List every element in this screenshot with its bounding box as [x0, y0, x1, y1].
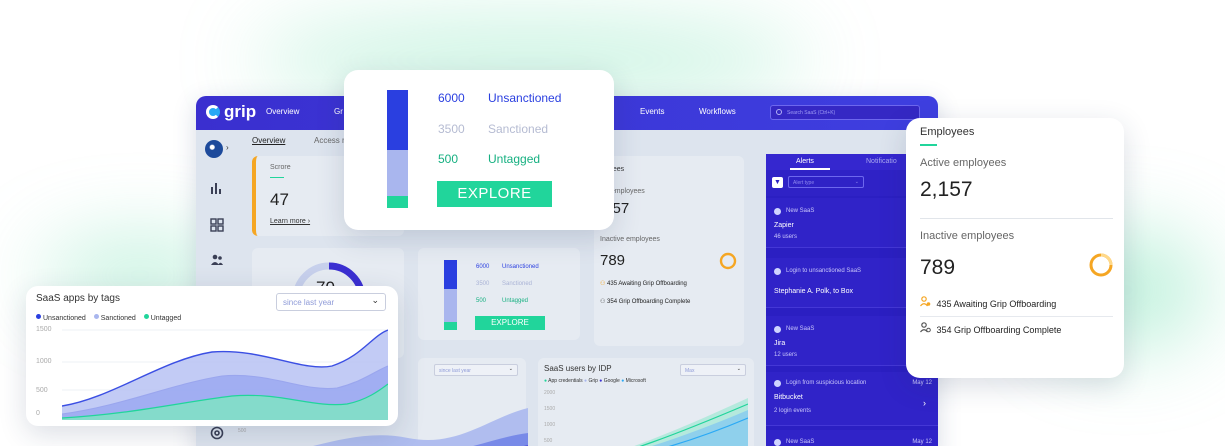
tab-notifications[interactable]: Notificatio: [866, 158, 897, 165]
employees-title: Employees: [920, 126, 975, 138]
bar-segment-sanctioned: [387, 150, 408, 197]
score-underline: [270, 177, 284, 178]
filter-icon[interactable]: ▼: [772, 177, 783, 188]
period-select[interactable]: since last year ⌄: [276, 293, 386, 311]
tags-stack-bar-small: [444, 260, 457, 330]
user-warning-icon: [920, 296, 934, 310]
users-icon[interactable]: [210, 254, 224, 269]
idp-chart-title: SaaS users by IDP: [544, 364, 612, 373]
ytick-1000: 1000: [36, 358, 52, 365]
idp-legend: ● App credentials ● Grip ● Google ● Micr…: [544, 378, 646, 384]
active-employees-label: Active employees: [920, 157, 1007, 169]
ytick-0: 0: [36, 410, 40, 417]
ytick-a: 500: [238, 428, 247, 434]
inactive-ring-small: [719, 252, 737, 270]
chevron-down-icon: ⌄: [854, 179, 859, 185]
chart-title: SaaS apps by tags: [36, 293, 120, 304]
employees-popout: Employees Active employees 2,157 Inactiv…: [906, 118, 1124, 378]
nav-gr[interactable]: Gr: [334, 107, 343, 116]
active-employees-value: 2,157: [920, 178, 973, 201]
stage: grip Overview Gr Events Workflows Search…: [0, 0, 1225, 446]
employees-card-small: ployees ive employees ,157 Inactive empl…: [594, 156, 744, 346]
bar-chart-icon[interactable]: [210, 182, 224, 197]
period-select-b[interactable]: Max ⌄: [680, 364, 746, 376]
complete-icon-small: ⚇: [600, 299, 608, 305]
explore-button-small[interactable]: EXPLORE: [475, 316, 545, 330]
inactive-ring-icon: [1089, 253, 1113, 277]
idp-area-chart: [634, 398, 748, 446]
logo-text: grip: [224, 102, 257, 121]
chevron-down-icon: ⌄: [508, 366, 513, 372]
tags-row-small-untagged: 500 Untagged: [476, 298, 529, 304]
alert-dot-icon: [774, 439, 781, 446]
idp-chart-card: SaaS users by IDP Max ⌄ ● App credentials…: [538, 358, 754, 446]
grip-logo[interactable]: grip: [206, 102, 256, 122]
inactive-employees-value: 789: [920, 256, 956, 279]
chart-legend: Unsanctioned Sanctioned Untagged: [36, 314, 187, 322]
divider: [920, 218, 1113, 219]
help-icon[interactable]: [210, 426, 224, 443]
tags-area-chart: [62, 329, 388, 420]
saas-tags-popout: 6000 Unsanctioned 3500 Sanctioned 500 Untag…: [344, 70, 614, 230]
ytick-1500: 1500: [36, 326, 52, 333]
subtabs: Overview Access m: [252, 136, 349, 145]
title-underline: [920, 144, 937, 146]
bar-segment-untagged: [387, 196, 408, 208]
tag-row-sanctioned: 3500 Sanctioned: [438, 122, 549, 136]
alert-dot-icon: [774, 208, 781, 215]
awaiting-offboarding: 435 Awaiting Grip Offboarding: [920, 296, 1056, 310]
saas-tags-card: 6000 Unsanctioned 3500 Sanctioned 500 Untag…: [418, 248, 580, 340]
tags-stack-bar: [387, 90, 408, 208]
chevron-down-icon: ⌄: [736, 366, 741, 372]
complete-small: ⚇ 354 Grip Offboarding Complete: [600, 299, 691, 305]
tag-row-unsanctioned: 6000 Unsanctioned: [438, 91, 562, 105]
alert-dot-icon: [774, 326, 781, 333]
nav-overview[interactable]: Overview: [266, 107, 299, 116]
chevron-down-icon: ⌄: [371, 295, 379, 305]
grip-logo-icon: [206, 105, 220, 119]
awaiting-small: ⚇ 435 Awaiting Grip Offboarding: [600, 281, 687, 287]
avatar[interactable]: [205, 140, 223, 158]
nav-workflows[interactable]: Workflows: [699, 107, 736, 116]
chevron-right-icon: ›: [923, 398, 926, 408]
user-check-icon: [920, 322, 934, 336]
explore-button[interactable]: EXPLORE: [437, 181, 552, 207]
alert-dot-icon: [774, 268, 781, 275]
saas-apps-by-tags-popout: SaaS apps by tags since last year ⌄ Unsa…: [26, 286, 398, 426]
grid-icon[interactable]: [210, 218, 224, 235]
chevron-right-icon[interactable]: ›: [226, 143, 229, 152]
score-label: Scrore: [270, 164, 291, 171]
alert-item[interactable]: Login from suspicious location May 12 Bi…: [766, 372, 938, 426]
tags-row-small-unsanctioned: 6000 Unsanctioned: [476, 264, 539, 270]
ytick-500: 500: [36, 387, 48, 394]
alert-item[interactable]: New SaaS May 12: [766, 430, 938, 446]
divider: [920, 316, 1113, 317]
inactive-label-small: Inactive employees: [600, 236, 660, 243]
alert-dot-icon: [774, 380, 781, 387]
search-placeholder: Search SaaS (Ctrl+K): [787, 110, 836, 116]
inactive-employees-label: Inactive employees: [920, 230, 1015, 242]
bar-segment-unsanctioned: [387, 90, 408, 151]
alert-type-select[interactable]: Alert type ⌄: [788, 176, 864, 188]
search-input[interactable]: Search SaaS (Ctrl+K): [770, 105, 920, 120]
nav-events[interactable]: Events: [640, 107, 664, 116]
score-value: 47: [270, 190, 289, 209]
offboarding-complete: 354 Grip Offboarding Complete: [920, 322, 1061, 336]
period-select-a[interactable]: since last year ⌄: [434, 364, 518, 376]
tags-row-small-sanctioned: 3500 Sanctioned: [476, 281, 533, 287]
tab-overview[interactable]: Overview: [252, 136, 285, 145]
inactive-value-small: 789: [600, 252, 626, 269]
awaiting-icon-small: ⚇: [600, 281, 608, 287]
tag-row-untagged: 500 Untagged: [438, 152, 541, 166]
learn-more-link[interactable]: Learn more ›: [270, 218, 310, 225]
tab-alerts[interactable]: Alerts: [796, 158, 814, 165]
search-icon: [776, 109, 782, 115]
tags-chart-card: since last year ⌄ 500: [238, 358, 528, 446]
